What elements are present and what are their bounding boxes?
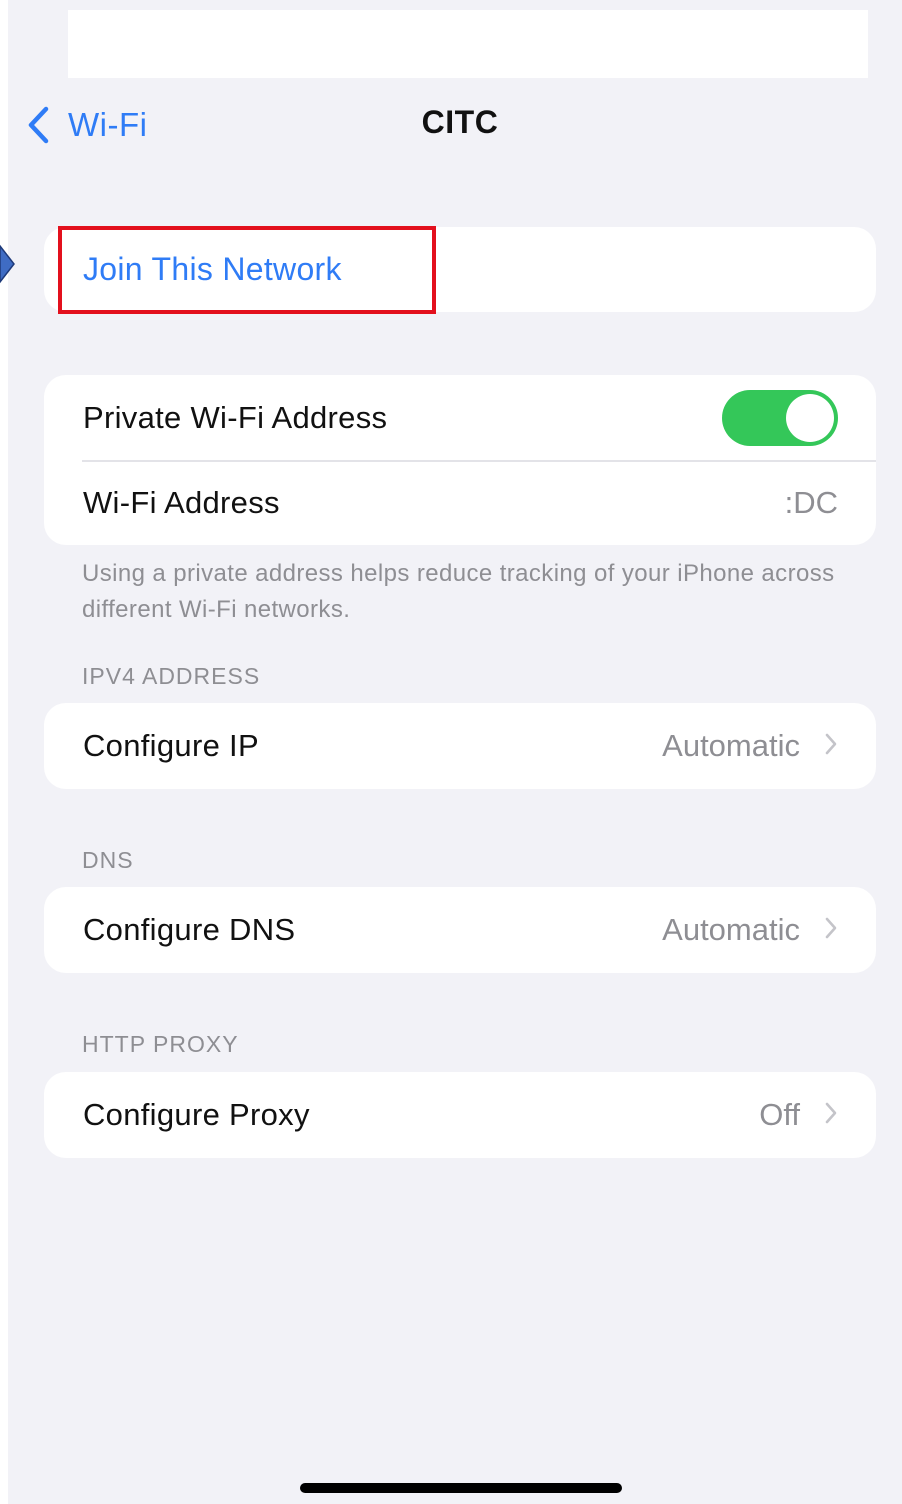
private-address-card: Private Wi-Fi Address Wi-Fi Address :DC [44,375,876,545]
configure-ip-value: Automatic [662,728,800,763]
chevron-right-icon [824,732,838,761]
join-network-card: Join This Network [44,227,876,312]
wifi-address-label: Wi-Fi Address [83,485,280,520]
ipv4-card: Configure IP Automatic [44,703,876,789]
chevron-right-icon [824,1101,838,1130]
private-address-toggle[interactable] [722,390,838,446]
private-address-label: Private Wi-Fi Address [83,400,388,435]
join-network-row[interactable]: Join This Network [44,227,876,312]
configure-dns-value: Automatic [662,912,800,947]
configure-ip-row[interactable]: Configure IP Automatic [44,703,876,789]
private-address-row: Private Wi-Fi Address [44,375,876,461]
private-address-note: Using a private address helps reduce tra… [82,560,835,623]
configure-dns-label: Configure DNS [83,912,296,947]
toggle-knob [786,394,834,442]
configure-ip-label: Configure IP [83,728,259,763]
configure-proxy-label: Configure Proxy [83,1097,310,1132]
dns-card: Configure DNS Automatic [44,887,876,973]
configure-dns-row[interactable]: Configure DNS Automatic [44,887,876,973]
ipv4-section-header: IPV4 ADDRESS [82,663,261,689]
wifi-address-value: :DC [784,485,838,520]
configure-proxy-value: Off [759,1097,800,1132]
chevron-right-icon [824,916,838,945]
status-bar [68,10,868,78]
dns-section-header: DNS [82,847,134,873]
proxy-section-header: HTTP PROXY [82,1031,239,1057]
page-title: CITC [421,104,499,140]
proxy-card: Configure Proxy Off [44,1072,876,1158]
arrow-right-icon [0,244,16,289]
configure-proxy-row[interactable]: Configure Proxy Off [44,1072,876,1158]
home-indicator[interactable] [300,1483,622,1493]
wifi-address-row: Wi-Fi Address :DC [44,461,876,545]
join-network-button[interactable]: Join This Network [83,251,342,288]
